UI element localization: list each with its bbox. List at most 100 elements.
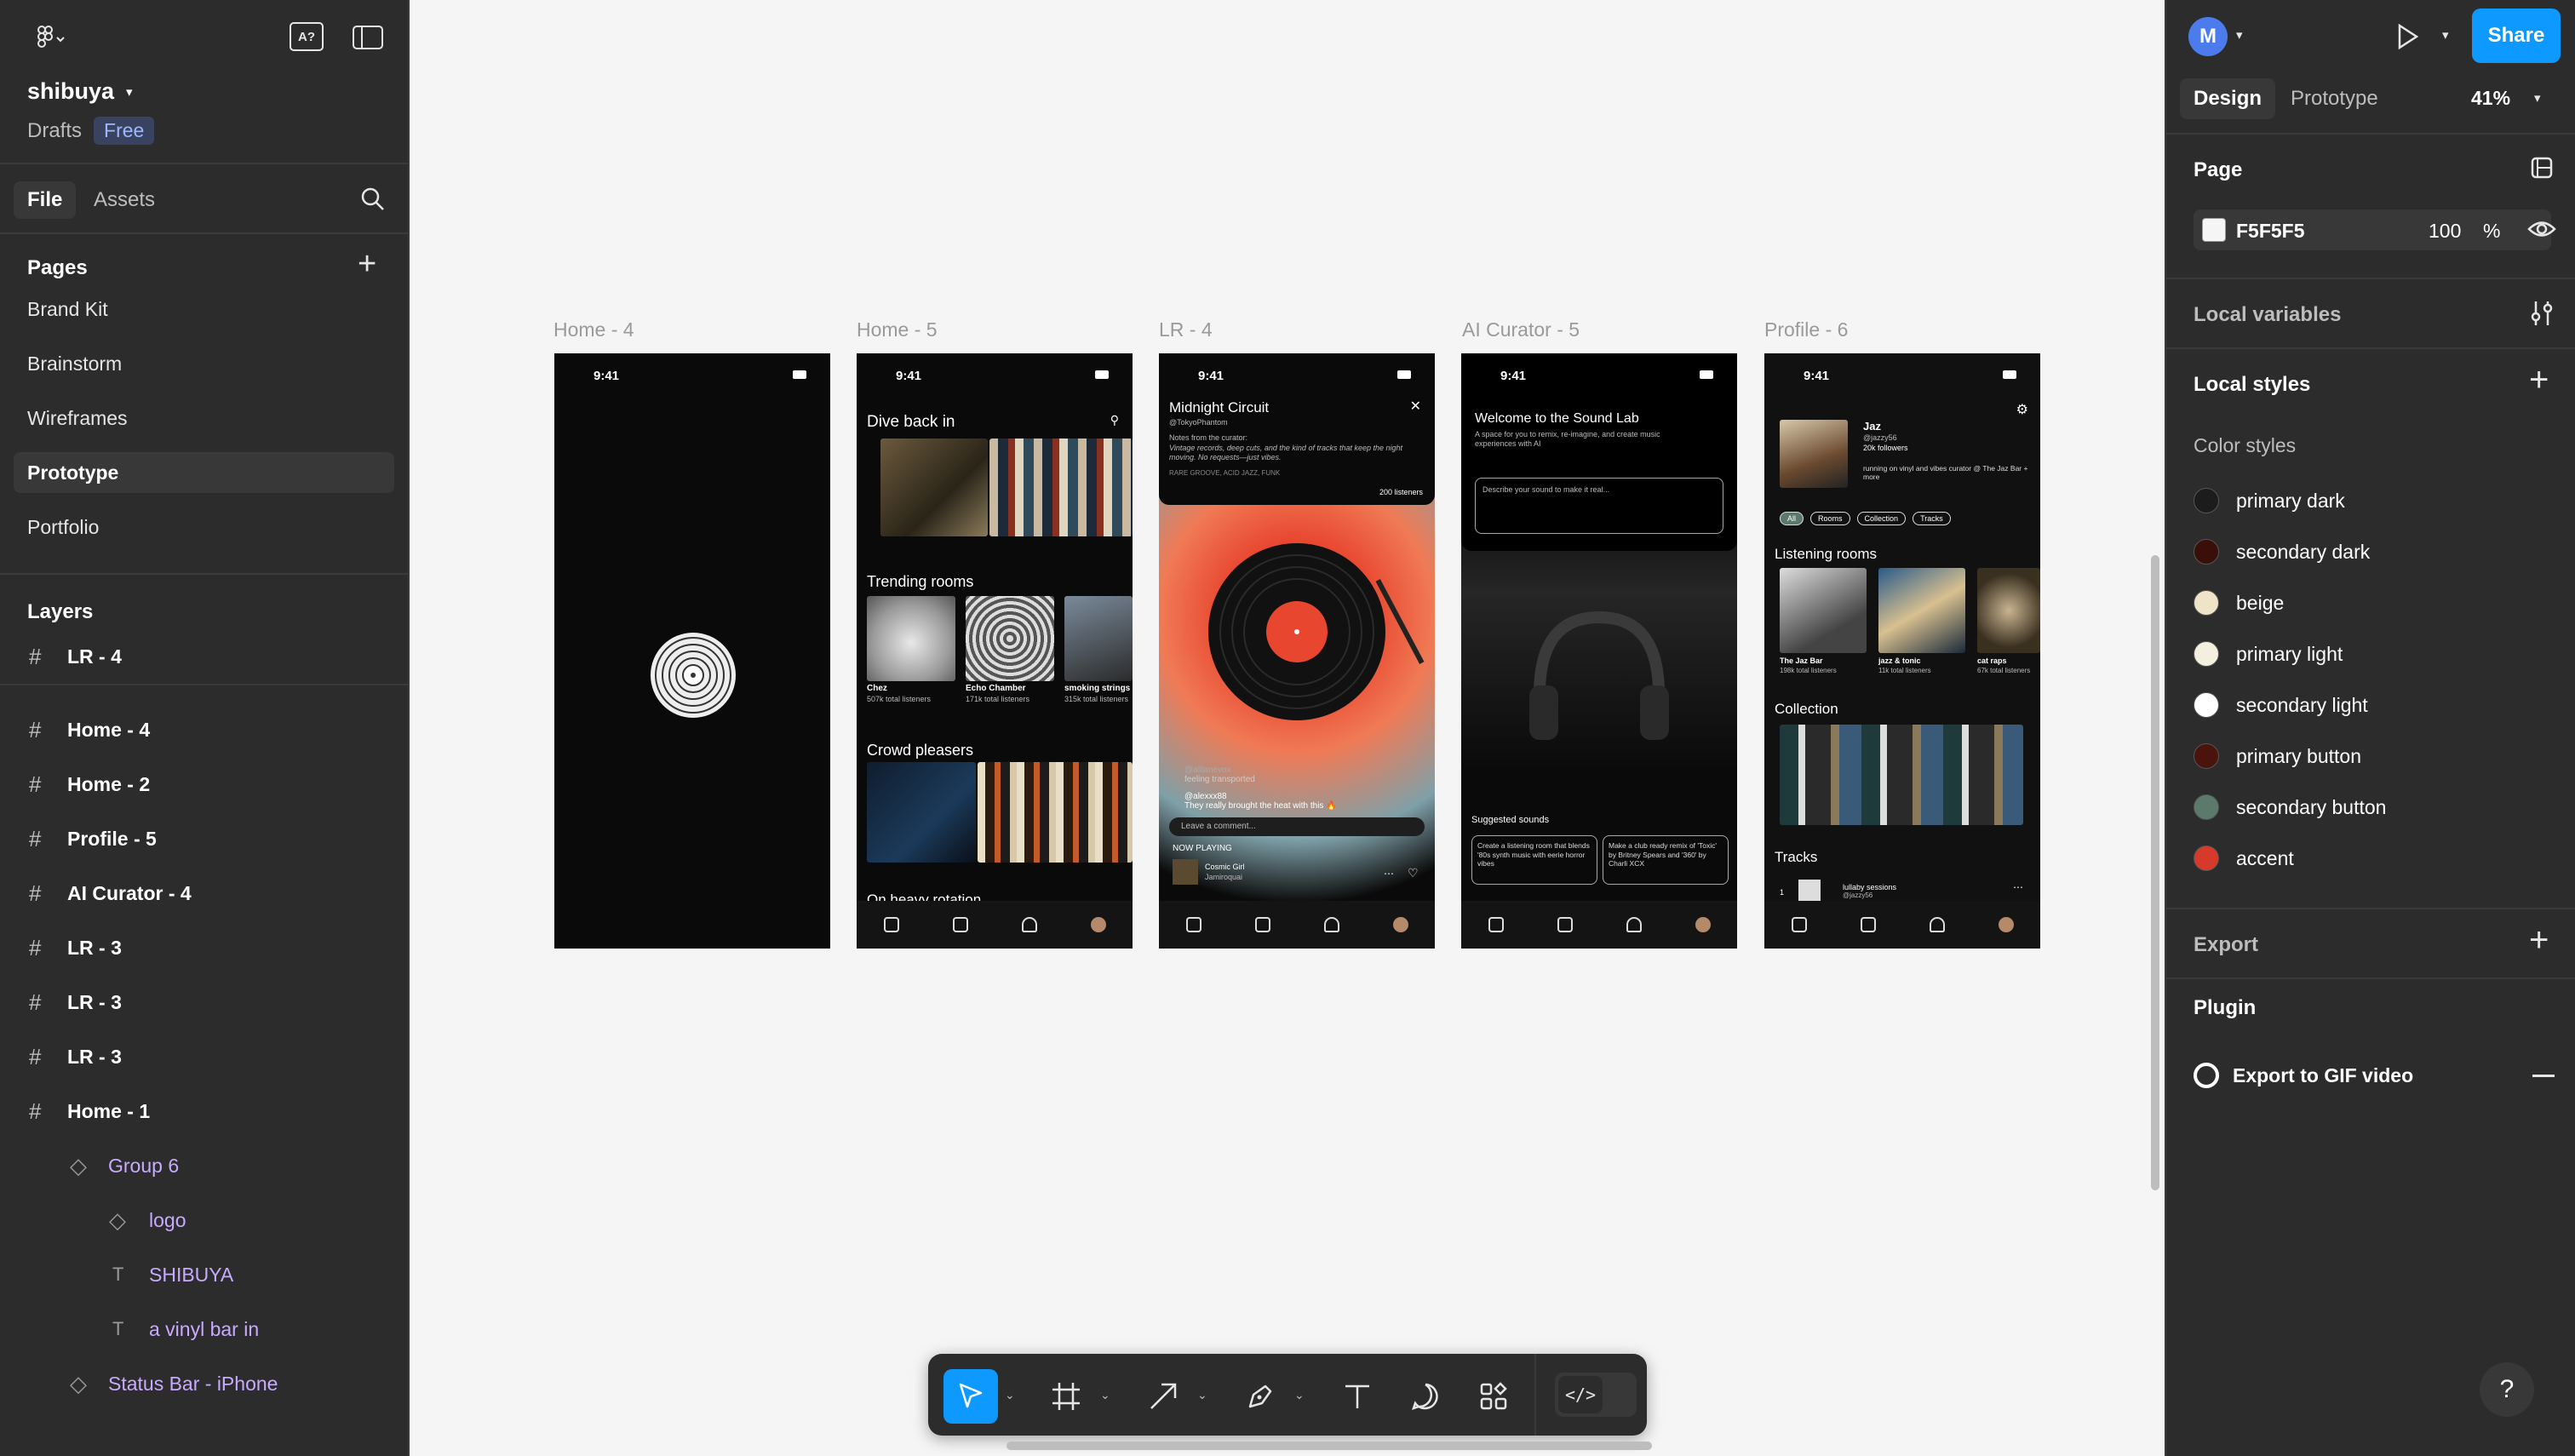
- chevron-down-icon[interactable]: ▾: [2442, 27, 2449, 43]
- zoom-level[interactable]: 41%: [2471, 87, 2510, 110]
- actions-tool-button[interactable]: [1466, 1369, 1521, 1424]
- layer-row[interactable]: ◇ Status Bar - iPhone: [0, 1356, 408, 1411]
- project-title[interactable]: shibuya ▾: [27, 78, 133, 105]
- album-cover: [880, 439, 988, 536]
- frame-home-5[interactable]: 9:41 Dive back in ⚲ Trending rooms Chez …: [857, 353, 1133, 949]
- frame-label[interactable]: Home - 5: [857, 318, 938, 341]
- frame-profile-6[interactable]: 9:41 ⚙ Jaz @jazzy56 20k followers runnin…: [1764, 353, 2040, 949]
- layer-row[interactable]: # AI Curator - 4: [0, 866, 408, 920]
- page-item-wireframes[interactable]: Wireframes: [14, 398, 394, 439]
- profile-handle: @jazzy56: [1863, 433, 1897, 442]
- drafts-label[interactable]: Drafts: [27, 119, 82, 143]
- left-tabs: File Assets: [0, 164, 408, 234]
- chevron-down-icon[interactable]: ⌄: [1294, 1388, 1305, 1402]
- search-icon[interactable]: [356, 182, 390, 216]
- frame-lr-4[interactable]: 9:41 Midnight Circuit ✕ @TokyoPhantom No…: [1159, 353, 1435, 949]
- page-color-swatch[interactable]: [2202, 218, 2226, 242]
- layer-row[interactable]: ◇ Group 6: [0, 1138, 408, 1193]
- color-style-item[interactable]: primary button: [2194, 739, 2361, 773]
- now-playing-label: NOW PLAYING: [1173, 844, 1232, 853]
- section-heading: Tracks: [1775, 849, 1818, 865]
- layer-row[interactable]: # LR - 3: [0, 1029, 408, 1084]
- chevron-down-icon[interactable]: ⌄: [1005, 1388, 1015, 1402]
- sidebar-toggle-icon[interactable]: [353, 26, 383, 49]
- play-icon[interactable]: [2394, 22, 2420, 51]
- color-style-item[interactable]: beige: [2194, 586, 2284, 620]
- layer-pinned[interactable]: # LR - 4: [0, 629, 408, 685]
- page-opacity[interactable]: 100: [2429, 220, 2461, 243]
- frame-label[interactable]: Home - 4: [553, 318, 634, 341]
- layer-row[interactable]: # Home - 4: [0, 702, 408, 757]
- layer-row[interactable]: # Profile - 5: [0, 811, 408, 866]
- pen-tool-button[interactable]: [1233, 1369, 1288, 1424]
- layer-name: LR - 4: [67, 645, 122, 668]
- avatar[interactable]: M: [2188, 17, 2228, 56]
- comment-tool-button[interactable]: [1398, 1369, 1453, 1424]
- frame-label[interactable]: Profile - 6: [1764, 318, 1848, 341]
- layer-row[interactable]: # Home - 1: [0, 1084, 408, 1138]
- eye-icon[interactable]: [2527, 218, 2556, 240]
- arrow-tool-button[interactable]: [1136, 1369, 1190, 1424]
- frame-label[interactable]: AI Curator - 5: [1462, 318, 1580, 341]
- chevron-down-icon[interactable]: ▾: [2236, 27, 2243, 43]
- page-item-prototype[interactable]: Prototype: [14, 452, 394, 493]
- frame-home-4[interactable]: 9:41: [554, 353, 830, 949]
- add-export-icon[interactable]: +: [2529, 921, 2549, 960]
- layer-row[interactable]: # LR - 3: [0, 920, 408, 975]
- main-menu-button[interactable]: [26, 22, 77, 53]
- move-tool-button[interactable]: [943, 1369, 998, 1424]
- local-variables-title[interactable]: Local variables: [2194, 303, 2341, 327]
- page-item-brand-kit[interactable]: Brand Kit: [14, 289, 394, 330]
- status-time: 9:41: [896, 369, 922, 383]
- frame-ai-curator-5[interactable]: 9:41 Welcome to the Sound Lab A space fo…: [1461, 353, 1737, 949]
- variables-icon[interactable]: [2529, 300, 2555, 327]
- frame-icon: [1052, 1383, 1080, 1410]
- page-color-hex[interactable]: F5F5F5: [2236, 220, 2305, 243]
- layer-row[interactable]: Ta vinyl bar in: [0, 1302, 408, 1356]
- vertical-scrollbar[interactable]: [2151, 555, 2159, 1190]
- frame-icon: #: [29, 989, 42, 1015]
- horizontal-scrollbar[interactable]: [1006, 1442, 1652, 1450]
- page-item-brainstorm[interactable]: Brainstorm: [14, 343, 394, 384]
- layer-row[interactable]: T SHIBUYA: [0, 1247, 408, 1302]
- help-button[interactable]: ?: [2480, 1362, 2534, 1417]
- color-style-item[interactable]: accent: [2194, 841, 2294, 875]
- layer-row[interactable]: ◇ logo: [0, 1193, 408, 1247]
- plugin-item-name[interactable]: Export to GIF video: [2233, 1064, 2413, 1087]
- color-style-item[interactable]: primary light: [2194, 637, 2343, 671]
- layer-name: Profile - 5: [67, 827, 157, 850]
- color-style-item[interactable]: secondary button: [2194, 790, 2386, 824]
- color-style-item[interactable]: secondary light: [2194, 688, 2368, 722]
- ai-icon[interactable]: A?: [290, 22, 324, 51]
- add-style-icon[interactable]: +: [2529, 361, 2549, 399]
- frame-tool-button[interactable]: [1039, 1369, 1093, 1424]
- frame-icon: #: [29, 1098, 42, 1124]
- color-style-item[interactable]: primary dark: [2194, 484, 2345, 518]
- chevron-down-icon[interactable]: ⌄: [1100, 1388, 1110, 1402]
- headphones-icon: [1626, 917, 1642, 932]
- page-settings-icon[interactable]: [2529, 155, 2555, 181]
- bottom-nav: [1159, 901, 1435, 949]
- color-style-item[interactable]: secondary dark: [2194, 535, 2370, 569]
- layer-row[interactable]: # Home - 2: [0, 757, 408, 811]
- tab-prototype[interactable]: Prototype: [2277, 78, 2392, 119]
- tab-design[interactable]: Design: [2180, 78, 2276, 119]
- frame-icon: #: [29, 716, 42, 742]
- layer-row[interactable]: # LR - 3: [0, 975, 408, 1029]
- tab-assets[interactable]: Assets: [80, 181, 169, 219]
- chevron-down-icon[interactable]: ▾: [2534, 90, 2541, 106]
- home-icon: [1488, 917, 1504, 932]
- export-title[interactable]: Export: [2194, 933, 2258, 957]
- share-button[interactable]: Share: [2472, 9, 2561, 63]
- room-listeners: 200 listeners: [1379, 488, 1423, 496]
- chevron-down-icon[interactable]: ⌄: [1197, 1388, 1207, 1402]
- frame-label[interactable]: LR - 4: [1159, 318, 1213, 341]
- text-tool-button[interactable]: [1330, 1369, 1385, 1424]
- tab-file[interactable]: File: [14, 181, 77, 219]
- remove-plugin-icon[interactable]: [2532, 1075, 2555, 1077]
- add-page-icon[interactable]: +: [358, 246, 376, 283]
- home-icon: [883, 917, 899, 932]
- dev-mode-toggle[interactable]: </>: [1555, 1373, 1637, 1417]
- close-icon: ✕: [1409, 399, 1421, 414]
- page-item-portfolio[interactable]: Portfolio: [14, 507, 394, 547]
